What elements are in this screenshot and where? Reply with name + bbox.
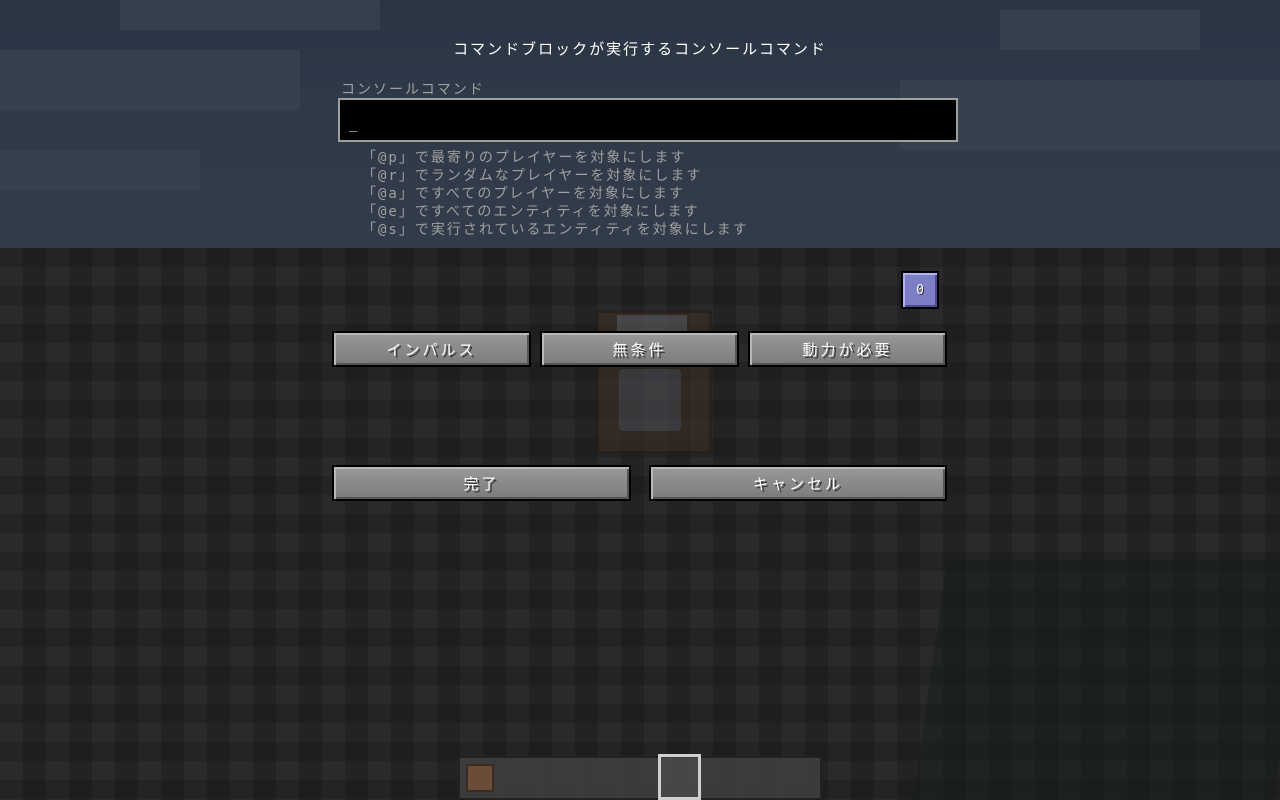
command-field-label: コンソールコマンド [341,82,485,98]
redstone-mode-button[interactable]: 動力が必要 [748,331,947,367]
command-block-icon [466,764,494,792]
hotbar-slot-2[interactable] [500,758,540,798]
hotbar-slot-7[interactable] [701,758,741,798]
selector-hints: 「@p」で最寄りのプレイヤーを対象にします 「@r」でランダムなプレイヤーを対象… [362,149,749,239]
hint-all-entities: 「@e」ですべてのエンティティを対象にします [362,204,700,220]
hotbar-slot-4[interactable] [579,758,619,798]
screen-title: コマンドブロックが実行するコンソールコマンド [453,40,827,58]
hotbar-slot-5[interactable] [618,758,658,798]
hint-all-players: 「@a」ですべてのプレイヤーを対象にします [362,186,685,202]
hint-random-player: 「@r」でランダムなプレイヤーを対象にします [362,168,703,184]
block-type-button[interactable]: インパルス [332,331,531,367]
command-input[interactable] [338,98,958,142]
hotbar-slot-8[interactable] [740,758,781,798]
hotbar [458,754,822,800]
hotbar-slot-1[interactable] [460,758,500,798]
cancel-button[interactable]: キャンセル [649,465,947,501]
game-screen: コマンドブロックが実行するコンソールコマンド コンソールコマンド _ 「@p」で… [0,0,1280,800]
done-button[interactable]: 完了 [332,465,631,501]
track-output-toggle-button[interactable]: 0 [901,271,939,309]
hint-executing-entity: 「@s」で実行されているエンティティを対象にします [362,222,749,238]
hint-nearest-player: 「@p」で最寄りのプレイヤーを対象にします [362,150,687,166]
hotbar-slot-9[interactable] [780,758,820,798]
conditional-button[interactable]: 無条件 [540,331,739,367]
hotbar-slot-6-selected[interactable] [658,754,702,800]
text-caret: _ [349,116,358,132]
hotbar-slot-3[interactable] [539,758,579,798]
